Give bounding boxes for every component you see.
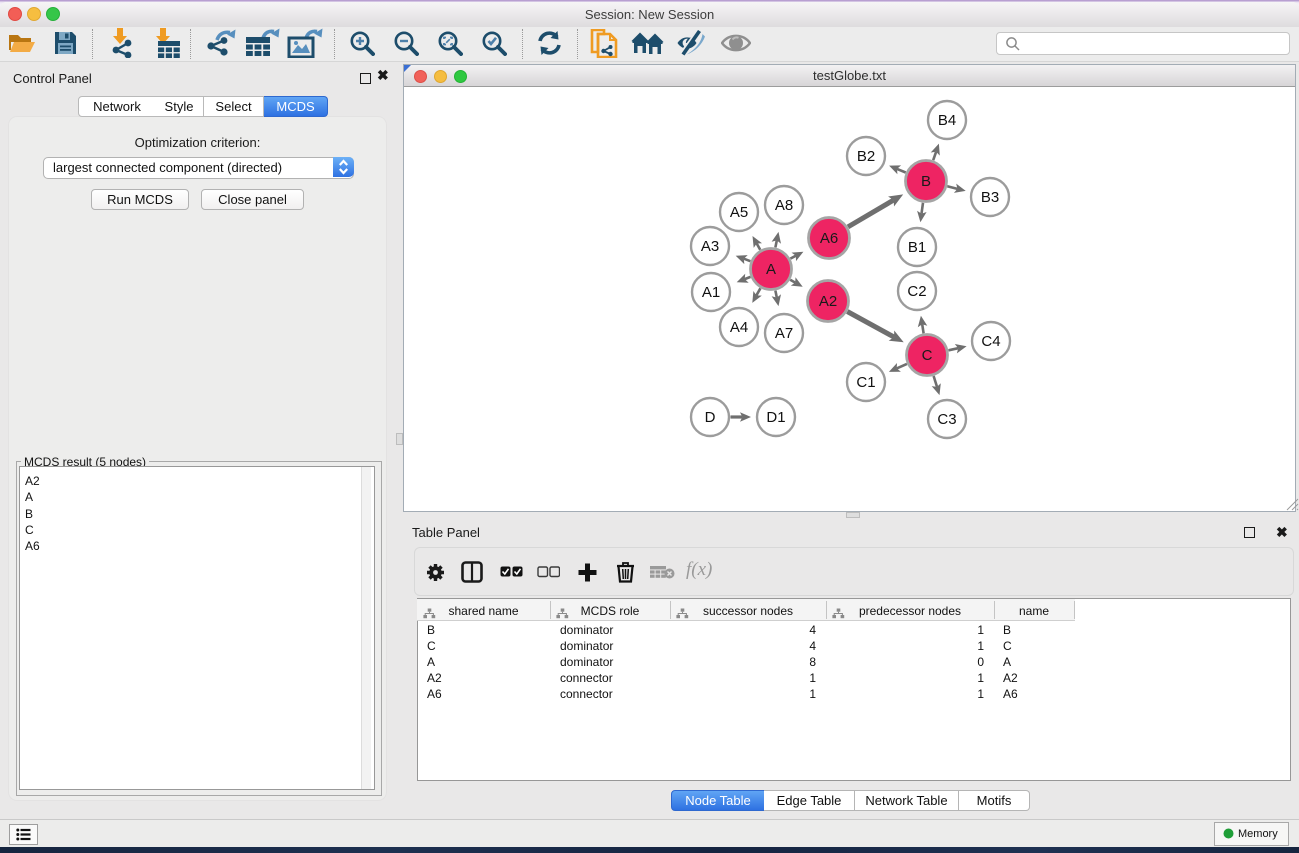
svg-text:A3: A3 (701, 238, 719, 255)
svg-text:D1: D1 (766, 409, 785, 426)
svg-text:C: C (922, 347, 933, 364)
svg-text:C2: C2 (907, 283, 926, 300)
svg-text:C4: C4 (981, 333, 1000, 350)
svg-text:B2: B2 (857, 148, 875, 165)
svg-text:A1: A1 (702, 284, 720, 301)
svg-text:D: D (705, 409, 716, 426)
svg-text:A4: A4 (730, 319, 748, 336)
svg-text:A8: A8 (775, 197, 793, 214)
svg-text:C1: C1 (856, 374, 875, 391)
svg-text:A5: A5 (730, 204, 748, 221)
svg-text:B4: B4 (938, 112, 956, 129)
svg-text:A: A (766, 261, 776, 278)
svg-text:A6: A6 (820, 230, 838, 247)
svg-text:B: B (921, 173, 931, 190)
svg-text:A2: A2 (819, 293, 837, 310)
svg-text:B3: B3 (981, 189, 999, 206)
svg-text:A7: A7 (775, 325, 793, 342)
svg-text:C3: C3 (937, 411, 956, 428)
svg-text:B1: B1 (908, 239, 926, 256)
